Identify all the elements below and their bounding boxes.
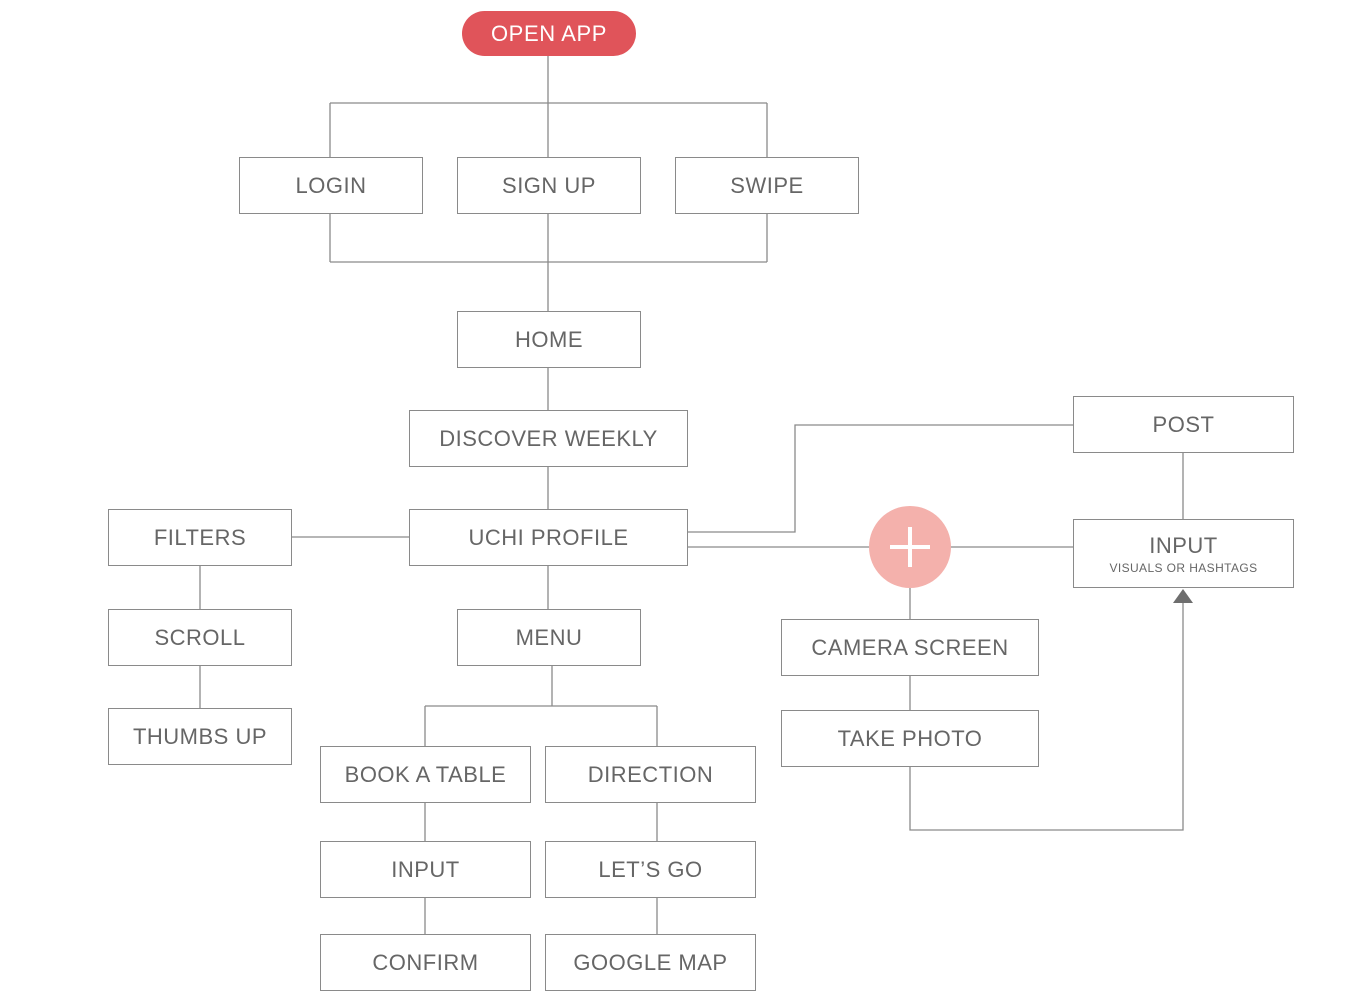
arrow-head-icon — [1173, 589, 1193, 603]
confirm-node[interactable]: CONFIRM — [320, 934, 531, 991]
home-node[interactable]: HOME — [457, 311, 641, 368]
sign-up-node[interactable]: SIGN UP — [457, 157, 641, 214]
take-photo-node[interactable]: TAKE PHOTO — [781, 710, 1039, 767]
menu-node[interactable]: MENU — [457, 609, 641, 666]
open-app-node[interactable]: OPEN APP — [462, 11, 636, 56]
flow-diagram: OPEN APP LOGIN SIGN UP SWIPE HOME DISCOV… — [0, 0, 1366, 1007]
swipe-node[interactable]: SWIPE — [675, 157, 859, 214]
book-a-table-node[interactable]: BOOK A TABLE — [320, 746, 531, 803]
thumbs-up-node[interactable]: THUMBS UP — [108, 708, 292, 765]
login-node[interactable]: LOGIN — [239, 157, 423, 214]
plus-icon-vertical — [908, 527, 912, 567]
camera-screen-node[interactable]: CAMERA SCREEN — [781, 619, 1039, 676]
post-node[interactable]: POST — [1073, 396, 1294, 453]
booking-input-node[interactable]: INPUT — [320, 841, 531, 898]
google-map-node[interactable]: GOOGLE MAP — [545, 934, 756, 991]
post-input-node[interactable]: INPUT VISUALS OR HASHTAGS — [1073, 519, 1294, 588]
direction-node[interactable]: DIRECTION — [545, 746, 756, 803]
uchi-profile-node[interactable]: UCHI PROFILE — [409, 509, 688, 566]
lets-go-node[interactable]: LET’S GO — [545, 841, 756, 898]
scroll-node[interactable]: SCROLL — [108, 609, 292, 666]
post-input-note: VISUALS OR HASHTAGS — [1109, 560, 1258, 575]
post-input-label: INPUT — [1149, 532, 1218, 558]
discover-weekly-node[interactable]: DISCOVER WEEKLY — [409, 410, 688, 467]
plus-icon[interactable] — [869, 506, 951, 588]
filters-node[interactable]: FILTERS — [108, 509, 292, 566]
